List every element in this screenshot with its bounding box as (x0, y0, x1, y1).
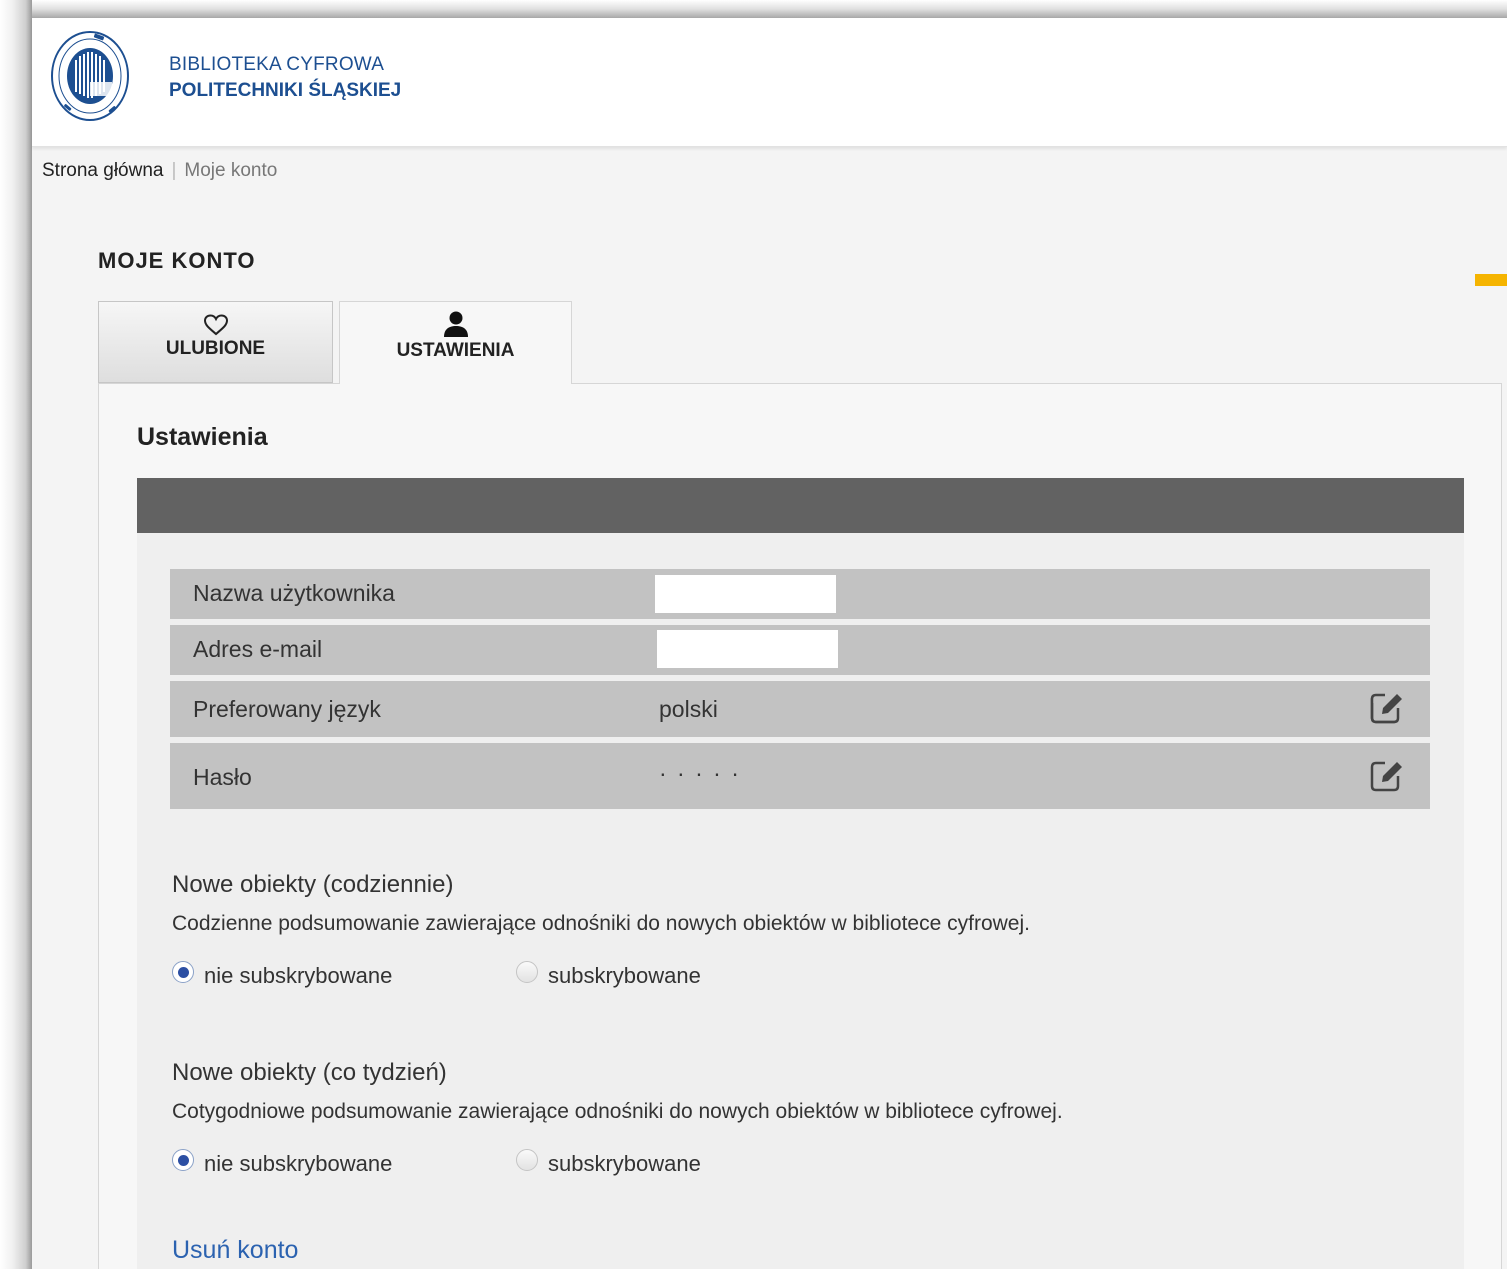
subscription-weekly-description: Cotygodniowe podsumowanie zawierające od… (172, 1100, 1063, 1123)
user-icon (443, 311, 468, 337)
edit-language-icon[interactable] (1369, 690, 1405, 726)
radio-selected-icon (172, 1149, 194, 1171)
radio-unselected-icon (516, 961, 538, 983)
email-label: Adres e-mail (193, 636, 323, 662)
subscription-weekly-title: Nowe obiekty (co tydzień) (172, 1059, 447, 1086)
breadcrumb: Strona główna | Moje konto (42, 160, 277, 182)
section-title: Ustawienia (137, 423, 268, 451)
logo-line-2: POLITECHNIKI ŚLĄSKIEJ (169, 80, 402, 101)
language-value: polski (659, 696, 718, 722)
account-row-language: Preferowany język polski (170, 681, 1430, 737)
password-label: Hasło (193, 764, 252, 790)
breadcrumb-home-link[interactable]: Strona główna (42, 160, 163, 181)
window-frame-left (0, 0, 32, 1269)
site-header: BIBLIOTEKA CYFROWA POLITECHNIKI ŚLĄSKIEJ (32, 18, 1507, 147)
daily-radio-unsubscribed-label: nie subskrybowane (204, 963, 393, 988)
delete-account-link[interactable]: Usuń konto (172, 1236, 298, 1265)
email-value (657, 630, 838, 668)
tab-favorites[interactable]: ULUBIONE (98, 301, 333, 383)
account-row-password: Hasło · · · · · (170, 743, 1430, 809)
weekly-radio-unsubscribed-label: nie subskrybowane (204, 1151, 393, 1176)
username-label: Nazwa użytkownika (193, 580, 395, 606)
weekly-radio-subscribed-label: subskrybowane (548, 1151, 701, 1176)
logo-line-1: BIBLIOTEKA CYFROWA (169, 54, 385, 75)
breadcrumb-separator: | (171, 160, 177, 181)
page-title: MOJE KONTO (98, 248, 256, 273)
account-row-email: Adres e-mail (170, 625, 1430, 675)
page: BIBLIOTEKA CYFROWA POLITECHNIKI ŚLĄSKIEJ… (32, 18, 1507, 1269)
section-header-bar (137, 478, 1464, 533)
daily-radio-subscribed-label: subskrybowane (548, 963, 701, 988)
username-value (655, 575, 836, 613)
tab-favorites-label: ULUBIONE (165, 338, 266, 359)
tab-settings-label: USTAWIENIA (396, 340, 515, 361)
edit-password-icon[interactable] (1369, 758, 1405, 794)
subscription-daily-title: Nowe obiekty (codziennie) (172, 871, 454, 898)
account-row-username: Nazwa użytkownika (170, 569, 1430, 619)
radio-selected-icon (172, 961, 194, 983)
language-label: Preferowany język (193, 696, 381, 722)
window-frame-top (0, 0, 1507, 18)
subscription-daily-description: Codzienne podsumowanie zawierające odnoś… (172, 912, 1030, 935)
library-logo-text[interactable]: BIBLIOTEKA CYFROWA POLITECHNIKI ŚLĄSKIEJ (169, 52, 401, 104)
tab-settings[interactable]: USTAWIENIA (339, 301, 572, 384)
library-logo-emblem[interactable] (50, 30, 130, 122)
password-value: · · · · · (659, 760, 741, 786)
radio-unselected-icon (516, 1149, 538, 1171)
heart-icon (203, 314, 228, 336)
breadcrumb-current: Moje konto (184, 160, 278, 181)
accent-bar (1475, 274, 1507, 286)
